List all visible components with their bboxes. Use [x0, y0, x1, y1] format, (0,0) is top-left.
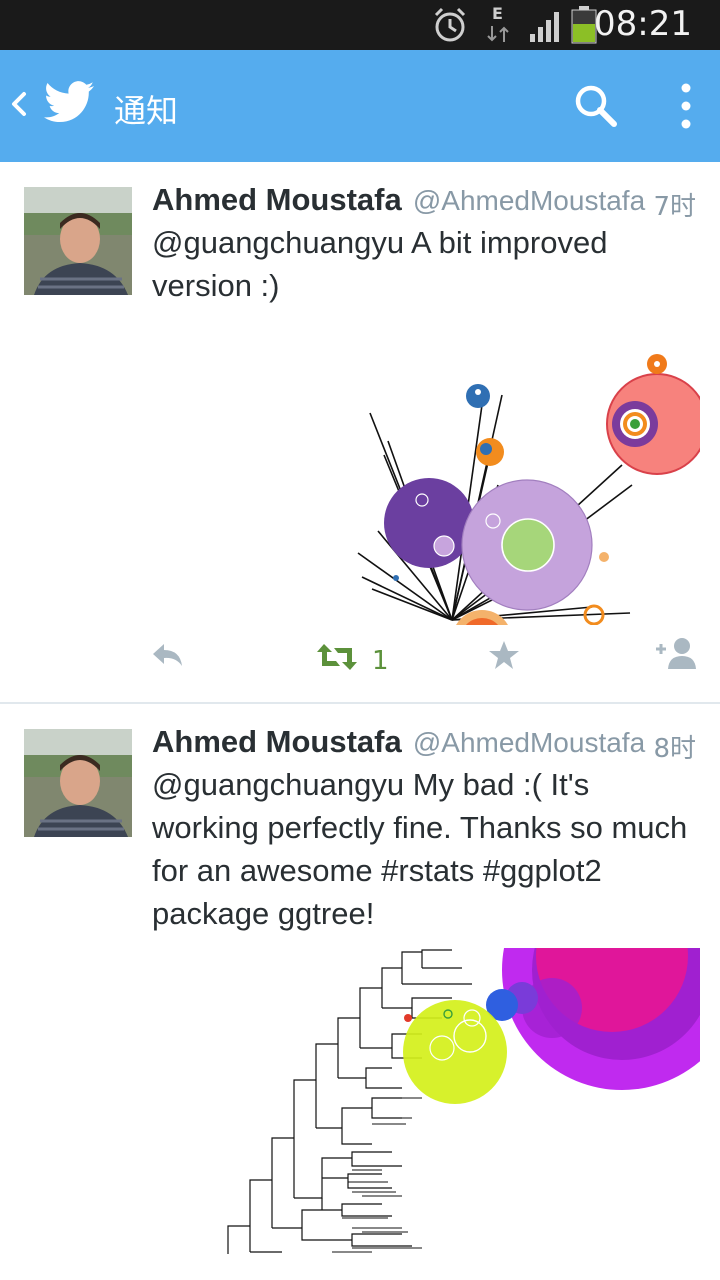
more-icon[interactable] — [676, 82, 696, 130]
user-name[interactable]: Ahmed Moustafa — [152, 724, 402, 759]
avatar[interactable] — [24, 729, 132, 837]
tweet-item[interactable]: Ahmed Moustafa @AhmedMoustafa 8时 @guangc… — [0, 704, 720, 1280]
tweet-image[interactable] — [152, 948, 700, 1254]
tweet-header: Ahmed Moustafa @AhmedMoustafa — [152, 182, 645, 218]
favorite-icon[interactable] — [488, 640, 520, 670]
page-title: 通知 — [114, 92, 179, 130]
tweet-time: 8时 — [653, 734, 696, 764]
retweet-icon[interactable] — [316, 642, 358, 672]
retweet-count: 1 — [372, 646, 389, 676]
tweet-item[interactable]: Ahmed Moustafa @AhmedMoustafa 7时 @guangc… — [0, 162, 720, 702]
user-handle[interactable]: @AhmedMoustafa — [413, 727, 645, 758]
network-letter: E — [492, 4, 503, 23]
signal-icon — [530, 12, 559, 42]
search-icon[interactable] — [572, 82, 620, 130]
tweet-text: @guangchuangyu A bit improved version :) — [152, 225, 608, 303]
tweet-header: Ahmed Moustafa @AhmedMoustafa — [152, 724, 645, 760]
app-bar: 通知 — [0, 50, 720, 162]
data-arrows-icon: E — [486, 4, 510, 44]
clock: 08:21 — [594, 4, 692, 44]
follow-icon[interactable] — [652, 636, 698, 670]
avatar[interactable] — [24, 187, 132, 295]
tweet-image[interactable] — [152, 345, 700, 625]
reply-icon[interactable] — [150, 640, 184, 670]
tweet-text: @guangchuangyu My bad :( It's working pe… — [152, 767, 688, 931]
tweet-actions: 1 — [0, 638, 720, 690]
tweet-time: 7时 — [653, 192, 696, 222]
status-bar: E 08:21 — [0, 0, 720, 50]
twitter-bird-icon[interactable] — [44, 80, 94, 124]
user-handle[interactable]: @AhmedMoustafa — [413, 185, 645, 216]
back-icon[interactable] — [8, 84, 30, 124]
alarm-icon — [434, 7, 466, 42]
user-name[interactable]: Ahmed Moustafa — [152, 182, 402, 217]
